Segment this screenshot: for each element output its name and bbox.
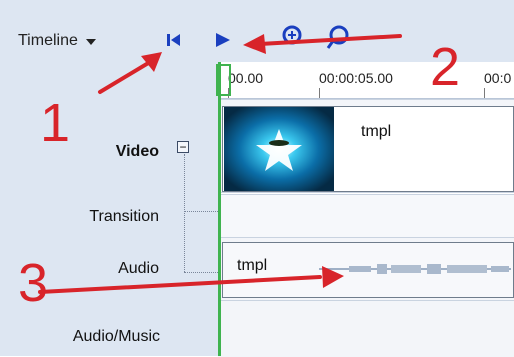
play-button[interactable] (212, 29, 234, 51)
audio-track: tmpl (218, 237, 514, 301)
minus-icon: − (179, 140, 187, 154)
video-track: tmpl (218, 99, 514, 193)
track-label-audio-music: Audio/Music (72, 328, 160, 345)
zoom-out-button[interactable] (325, 24, 353, 52)
audio-clip[interactable]: tmpl (222, 242, 514, 298)
video-clip[interactable]: tmpl (222, 106, 514, 192)
timeline-dropdown-label: Timeline (18, 32, 78, 49)
video-clip-name: tmpl (361, 123, 392, 140)
ruler-label-0: 00.00 (228, 70, 264, 86)
ruler-label-5: 00:00:05.00 (319, 70, 393, 86)
transition-track[interactable] (218, 194, 514, 238)
ruler-tick (484, 88, 485, 98)
track-label-audio: Audio (118, 260, 159, 277)
annotation-number-3: 3 (18, 253, 49, 313)
playhead-marker[interactable] (216, 64, 231, 96)
track-label-video: Video (115, 143, 159, 160)
annotation-number-1: 1 (40, 93, 71, 153)
tree-connector-branch (184, 272, 218, 273)
zoom-in-button[interactable] (279, 24, 305, 50)
audio-waveform (319, 264, 511, 274)
annotation-number-2: 2 (430, 37, 461, 97)
timeline-window: Timeline Video − Transition Audio Audio/… (0, 0, 514, 357)
playhead-line[interactable] (218, 62, 221, 356)
ruler-tick (319, 88, 320, 98)
skip-to-start-button[interactable] (163, 29, 185, 51)
audio-music-track[interactable] (218, 300, 514, 357)
timeline-view-dropdown[interactable]: Timeline (18, 30, 96, 52)
ruler-label-10: 00:0 (484, 70, 512, 86)
chevron-down-icon (85, 39, 96, 45)
video-thumbnail (224, 107, 334, 191)
video-collapse-toggle[interactable]: − (177, 141, 189, 153)
audio-clip-name: tmpl (237, 257, 268, 274)
timeline-ruler[interactable]: 00.00 00:00:05.00 00:0 (218, 62, 514, 99)
tree-connector-branch (184, 211, 218, 212)
track-label-transition: Transition (89, 208, 159, 225)
tree-connector (184, 154, 185, 272)
